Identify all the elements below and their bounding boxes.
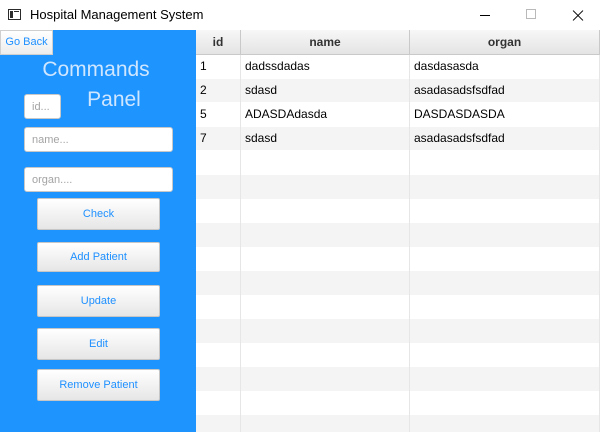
maximize-button[interactable] — [508, 0, 554, 30]
empty-row — [196, 343, 600, 367]
cell-id: 2 — [196, 79, 241, 103]
commands-panel: Go Back Commands Panel Check Add Patient… — [0, 30, 196, 432]
cell-id: 7 — [196, 127, 241, 151]
update-button[interactable]: Update — [37, 285, 160, 317]
column-divider — [240, 55, 241, 432]
empty-row — [196, 199, 600, 223]
table-header: id name organ — [196, 30, 600, 55]
cell-organ: dasdasasda — [410, 55, 600, 79]
empty-row — [196, 247, 600, 271]
app-window-icon — [8, 9, 21, 20]
window-title: Hospital Management System — [30, 7, 204, 22]
remove-patient-button[interactable]: Remove Patient — [37, 369, 160, 401]
name-input[interactable] — [24, 127, 173, 152]
cell-id: 5 — [196, 103, 241, 127]
edit-button[interactable]: Edit — [37, 328, 160, 360]
empty-row — [196, 415, 600, 432]
panel-title-line1: Commands — [42, 58, 150, 81]
table-row[interactable]: 5 ADASDAdasda DASDASDASDA — [196, 103, 600, 127]
cell-id: 1 — [196, 55, 241, 79]
cell-organ: DASDASDASDA — [410, 103, 600, 127]
add-patient-button[interactable]: Add Patient — [37, 242, 160, 272]
cell-name: dadssdadas — [241, 55, 410, 79]
column-divider — [409, 55, 410, 432]
close-button[interactable] — [554, 0, 600, 30]
table-row[interactable]: 1 dadssdadas dasdasasda — [196, 55, 600, 79]
minimize-button[interactable] — [462, 0, 508, 30]
empty-row — [196, 295, 600, 319]
column-header-organ[interactable]: organ — [410, 30, 600, 54]
check-button[interactable]: Check — [37, 198, 160, 230]
column-header-name[interactable]: name — [241, 30, 410, 54]
column-header-id[interactable]: id — [196, 30, 241, 54]
cell-name: sdasd — [241, 79, 410, 103]
table-row[interactable]: 7 sdasd asadasadsfsdfad — [196, 127, 600, 151]
cell-organ: asadasadsfsdfad — [410, 127, 600, 151]
empty-row — [196, 175, 600, 199]
go-back-button[interactable]: Go Back — [0, 30, 53, 55]
organ-input[interactable] — [24, 167, 173, 192]
empty-row — [196, 319, 600, 343]
table-row[interactable]: 2 sdasd asadasadsfsdfad — [196, 79, 600, 103]
cell-name: ADASDAdasda — [241, 103, 410, 127]
cell-organ: asadasadsfsdfad — [410, 79, 600, 103]
id-input[interactable] — [24, 94, 61, 119]
patients-table[interactable]: id name organ 1 dadssdadas dasdasasda 2 … — [196, 30, 600, 432]
title-bar: Hospital Management System — [0, 0, 600, 30]
empty-row — [196, 271, 600, 295]
empty-row — [196, 223, 600, 247]
empty-row — [196, 151, 600, 175]
empty-row — [196, 391, 600, 415]
empty-row — [196, 367, 600, 391]
cell-name: sdasd — [241, 127, 410, 151]
